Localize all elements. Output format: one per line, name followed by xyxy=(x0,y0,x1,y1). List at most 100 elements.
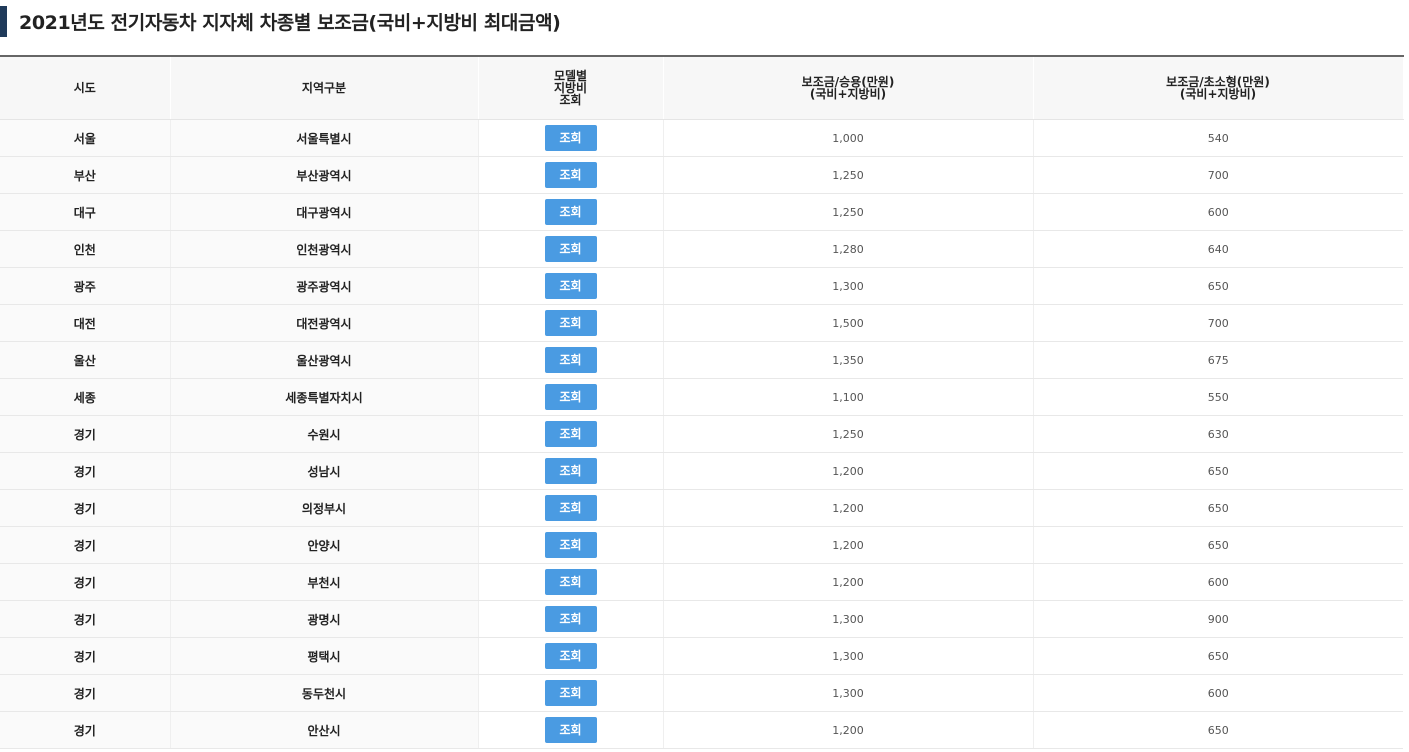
cell-sido: 경기 xyxy=(0,711,170,749)
cell-passenger-subsidy: 1,200 xyxy=(662,526,1033,564)
cell-lookup: 조회 xyxy=(477,156,663,194)
cell-micro-subsidy: 600 xyxy=(1032,674,1403,712)
cell-region: 대구광역시 xyxy=(169,193,478,231)
cell-region: 대전광역시 xyxy=(169,304,478,342)
lookup-button[interactable]: 조회 xyxy=(544,569,597,595)
cell-micro-subsidy: 540 xyxy=(1032,119,1403,157)
cell-sido: 서울 xyxy=(0,119,170,157)
cell-region: 평택시 xyxy=(169,637,478,675)
cell-region: 울산광역시 xyxy=(169,341,478,379)
cell-passenger-subsidy: 1,350 xyxy=(662,341,1033,379)
cell-region: 광주광역시 xyxy=(169,267,478,305)
table-row: 경기 안양시 조회 1,200 650 xyxy=(0,526,1403,564)
cell-lookup: 조회 xyxy=(477,452,663,490)
cell-lookup: 조회 xyxy=(477,600,663,638)
cell-lookup: 조회 xyxy=(477,489,663,527)
table-row: 광주 광주광역시 조회 1,300 650 xyxy=(0,267,1403,305)
cell-lookup: 조회 xyxy=(477,304,663,342)
cell-passenger-subsidy: 1,300 xyxy=(662,600,1033,638)
cell-sido: 경기 xyxy=(0,563,170,601)
lookup-button[interactable]: 조회 xyxy=(544,643,597,669)
lookup-button[interactable]: 조회 xyxy=(544,495,597,521)
lookup-button[interactable]: 조회 xyxy=(544,273,597,299)
cell-sido: 광주 xyxy=(0,267,170,305)
cell-region: 동두천시 xyxy=(169,674,478,712)
table-row: 대전 대전광역시 조회 1,500 700 xyxy=(0,304,1403,342)
cell-passenger-subsidy: 1,200 xyxy=(662,452,1033,490)
cell-sido: 경기 xyxy=(0,526,170,564)
lookup-button[interactable]: 조회 xyxy=(544,199,597,225)
cell-passenger-subsidy: 1,280 xyxy=(662,230,1033,268)
header-model-lookup: 모델별 지방비 조회 xyxy=(477,55,664,120)
cell-sido: 경기 xyxy=(0,452,170,490)
cell-lookup: 조회 xyxy=(477,563,663,601)
header-micro-subsidy: 보조금/초소형(만원) (국비+지방비) xyxy=(1032,55,1404,120)
cell-micro-subsidy: 900 xyxy=(1032,600,1403,638)
cell-passenger-subsidy: 1,250 xyxy=(662,193,1033,231)
cell-passenger-subsidy: 1,200 xyxy=(662,711,1033,749)
cell-sido: 부산 xyxy=(0,156,170,194)
table-row: 경기 평택시 조회 1,300 650 xyxy=(0,637,1403,675)
lookup-button[interactable]: 조회 xyxy=(544,680,597,706)
cell-region: 세종특별자치시 xyxy=(169,378,478,416)
cell-micro-subsidy: 600 xyxy=(1032,563,1403,601)
lookup-button[interactable]: 조회 xyxy=(544,347,597,373)
cell-lookup: 조회 xyxy=(477,193,663,231)
table-row: 경기 광명시 조회 1,300 900 xyxy=(0,600,1403,638)
cell-lookup: 조회 xyxy=(477,415,663,453)
cell-lookup: 조회 xyxy=(477,119,663,157)
cell-region: 의정부시 xyxy=(169,489,478,527)
cell-micro-subsidy: 650 xyxy=(1032,526,1403,564)
cell-lookup: 조회 xyxy=(477,637,663,675)
cell-passenger-subsidy: 1,300 xyxy=(662,267,1033,305)
cell-sido: 경기 xyxy=(0,674,170,712)
lookup-button[interactable]: 조회 xyxy=(544,162,597,188)
header-passenger-subsidy: 보조금/승용(만원) (국비+지방비) xyxy=(662,55,1034,120)
cell-micro-subsidy: 630 xyxy=(1032,415,1403,453)
table-row: 경기 동두천시 조회 1,300 600 xyxy=(0,674,1403,712)
cell-micro-subsidy: 700 xyxy=(1032,156,1403,194)
cell-lookup: 조회 xyxy=(477,378,663,416)
lookup-button[interactable]: 조회 xyxy=(544,458,597,484)
cell-micro-subsidy: 640 xyxy=(1032,230,1403,268)
lookup-button[interactable]: 조회 xyxy=(544,310,597,336)
header-region: 지역구분 xyxy=(169,55,479,120)
cell-region: 성남시 xyxy=(169,452,478,490)
lookup-button[interactable]: 조회 xyxy=(544,236,597,262)
table-row: 세종 세종특별자치시 조회 1,100 550 xyxy=(0,378,1403,416)
table-row: 인천 인천광역시 조회 1,280 640 xyxy=(0,230,1403,268)
lookup-button[interactable]: 조회 xyxy=(544,606,597,632)
lookup-button[interactable]: 조회 xyxy=(544,717,597,743)
cell-passenger-subsidy: 1,300 xyxy=(662,637,1033,675)
cell-micro-subsidy: 650 xyxy=(1032,489,1403,527)
table-header: 시도 지역구분 모델별 지방비 조회 보조금/승용(만원) (국비+지방비) 보… xyxy=(0,55,1404,120)
cell-sido: 인천 xyxy=(0,230,170,268)
cell-micro-subsidy: 650 xyxy=(1032,452,1403,490)
cell-region: 안산시 xyxy=(169,711,478,749)
cell-region: 수원시 xyxy=(169,415,478,453)
cell-passenger-subsidy: 1,200 xyxy=(662,489,1033,527)
cell-sido: 경기 xyxy=(0,489,170,527)
cell-region: 인천광역시 xyxy=(169,230,478,268)
cell-sido: 세종 xyxy=(0,378,170,416)
header-sido: 시도 xyxy=(0,55,171,120)
cell-region: 부천시 xyxy=(169,563,478,601)
table-row: 경기 안산시 조회 1,200 650 xyxy=(0,711,1403,749)
cell-lookup: 조회 xyxy=(477,341,663,379)
cell-micro-subsidy: 650 xyxy=(1032,267,1403,305)
cell-sido: 경기 xyxy=(0,600,170,638)
cell-sido: 경기 xyxy=(0,637,170,675)
cell-sido: 대전 xyxy=(0,304,170,342)
table-row: 경기 성남시 조회 1,200 650 xyxy=(0,452,1403,490)
cell-passenger-subsidy: 1,300 xyxy=(662,674,1033,712)
table-row: 경기 부천시 조회 1,200 600 xyxy=(0,563,1403,601)
lookup-button[interactable]: 조회 xyxy=(544,125,597,151)
table-row: 울산 울산광역시 조회 1,350 675 xyxy=(0,341,1403,379)
lookup-button[interactable]: 조회 xyxy=(544,384,597,410)
lookup-button[interactable]: 조회 xyxy=(544,532,597,558)
cell-region: 광명시 xyxy=(169,600,478,638)
cell-lookup: 조회 xyxy=(477,267,663,305)
lookup-button[interactable]: 조회 xyxy=(544,421,597,447)
cell-micro-subsidy: 650 xyxy=(1032,637,1403,675)
cell-region: 안양시 xyxy=(169,526,478,564)
